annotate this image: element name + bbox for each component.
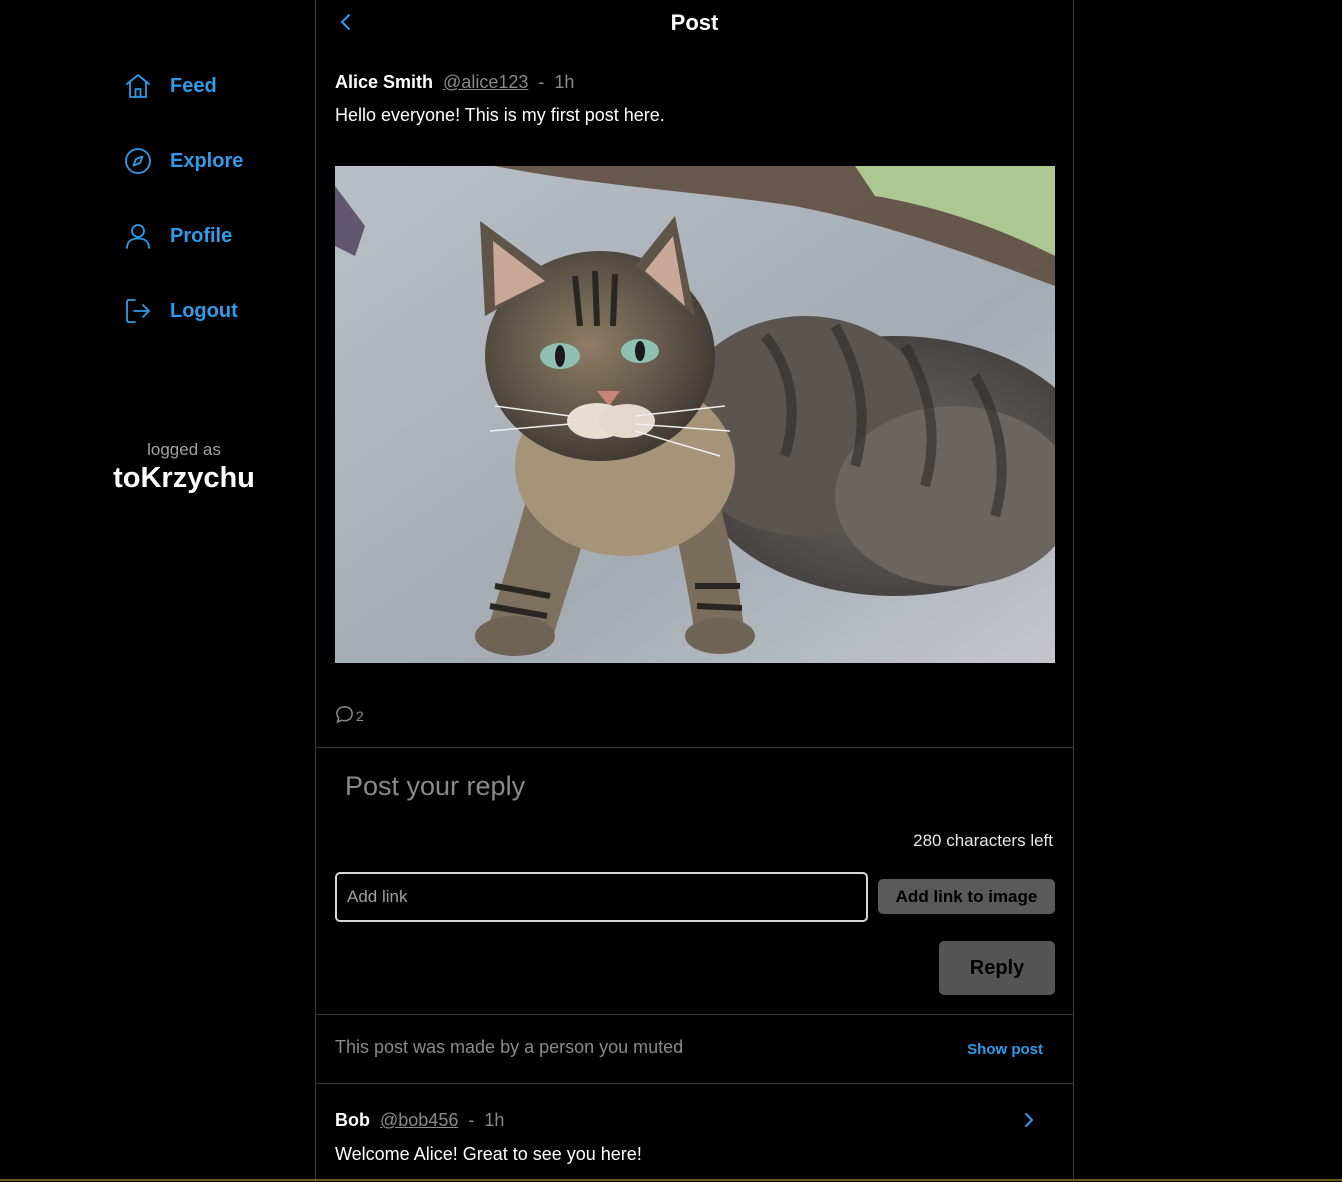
sidebar: Feed Explore Profile Logout logged as to…: [0, 0, 315, 1182]
sidebar-item-logout[interactable]: Logout: [123, 296, 238, 326]
post-time: 1h: [554, 72, 575, 92]
muted-post-notice: This post was made by a person you muted: [335, 1037, 684, 1057]
chevron-right-icon: [1025, 1113, 1033, 1127]
divider: [316, 747, 1073, 748]
characters-left-counter: 280 characters left: [913, 831, 1053, 850]
cat-photo: [335, 166, 1055, 663]
sidebar-item-label: Profile: [170, 224, 233, 247]
reply-text: Welcome Alice! Great to see you here!: [335, 1144, 642, 1164]
sidebar-item-label: Explore: [170, 149, 244, 172]
divider: [316, 1083, 1073, 1084]
username: toKrzychu: [113, 462, 255, 494]
reply-author-handle[interactable]: @bob456: [380, 1110, 458, 1131]
post-text: Hello everyone! This is my first post he…: [335, 105, 665, 125]
sidebar-item-feed[interactable]: Feed: [123, 71, 217, 101]
meta-separator: -: [468, 1110, 475, 1130]
logged-in-user: logged as toKrzychu: [0, 440, 368, 495]
sidebar-item-label: Feed: [170, 74, 217, 97]
author-handle[interactable]: @alice123: [443, 72, 528, 93]
comment-count-button[interactable]: 2: [335, 705, 364, 724]
post-image[interactable]: [335, 166, 1055, 663]
reply-textarea[interactable]: [335, 762, 1055, 810]
add-link-to-image-button[interactable]: Add link to image: [878, 879, 1055, 914]
sidebar-item-explore[interactable]: Explore: [123, 146, 243, 176]
sidebar-item-label: Logout: [170, 299, 238, 322]
meta-separator: -: [538, 72, 545, 92]
image-link-input[interactable]: [335, 872, 868, 922]
user-icon: [126, 224, 150, 249]
comment-count: 2: [356, 708, 364, 724]
logout-icon: [126, 299, 150, 323]
show-post-button[interactable]: Show post: [967, 1041, 1043, 1058]
bottom-border: [0, 1179, 1342, 1181]
reply-button[interactable]: Reply: [939, 941, 1055, 995]
post-meta: Alice Smith @alice123 - 1h: [335, 72, 574, 93]
sidebar-item-profile[interactable]: Profile: [123, 221, 232, 251]
compass-icon: [125, 148, 151, 174]
home-icon: [126, 74, 150, 98]
page-title: Post: [670, 10, 719, 35]
reply-author-name[interactable]: Bob: [335, 1110, 370, 1131]
comment-bubble-icon: [336, 706, 353, 723]
logged-as-label: logged as: [147, 440, 221, 459]
post-column: Post Alice Smith @alice123 - 1h Hello ev…: [315, 0, 1074, 1182]
divider: [316, 1014, 1073, 1015]
open-reply-button[interactable]: [1021, 1109, 1037, 1131]
author-name[interactable]: Alice Smith: [335, 72, 433, 93]
reply-time: 1h: [484, 1110, 505, 1130]
reply-meta: Bob @bob456 - 1h: [335, 1110, 504, 1131]
